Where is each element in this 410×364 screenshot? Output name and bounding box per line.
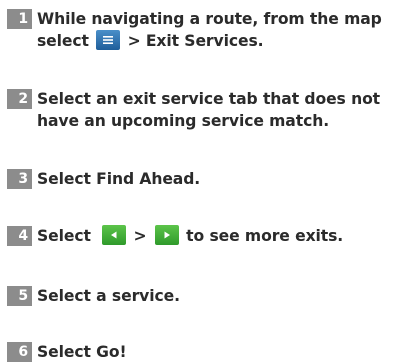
step-text: Select a service.	[37, 287, 180, 305]
step-2-line-2: have an upcoming service match.	[7, 110, 407, 132]
step-text: have an upcoming service match.	[37, 112, 330, 130]
step-text: Select Go!	[37, 343, 127, 361]
step-5: 5 Select a service.	[7, 285, 407, 307]
step-text: While navigating a route, from the map	[37, 10, 382, 28]
step-2-line-1: 2 Select an exit service tab that does n…	[7, 88, 407, 110]
step-6: 6 Select Go!	[7, 341, 407, 363]
step-number-badge: 5	[7, 286, 32, 306]
step-3-line-1: 3 Select Find Ahead.	[7, 168, 407, 190]
menu-icon	[96, 29, 121, 50]
step-1-line-2: select > Exit Services.	[7, 29, 407, 52]
step-number-badge: 1	[7, 9, 32, 29]
instruction-steps: 1 While navigating a route, from the map…	[7, 0, 407, 364]
step-text: Select an exit service tab that does not	[37, 90, 381, 108]
left-arrow-icon	[102, 224, 127, 245]
step-1: 1 While navigating a route, from the map…	[7, 8, 407, 52]
step-1-line-1: 1 While navigating a route, from the map	[7, 8, 407, 30]
step-text: >	[133, 227, 147, 245]
step-text: Select	[37, 227, 91, 245]
step-number-badge: 4	[7, 226, 32, 246]
step-text: select	[37, 32, 89, 50]
step-text: > Exit Services.	[127, 32, 264, 50]
step-4-line-1: 4 Select > to see more exits.	[7, 224, 407, 247]
step-number-badge: 2	[7, 89, 32, 109]
step-number-badge: 6	[7, 342, 32, 362]
step-text: Select Find Ahead.	[37, 170, 201, 188]
right-arrow-icon	[154, 224, 179, 245]
step-number-badge: 3	[7, 169, 32, 189]
step-4: 4 Select > to see more exits.	[7, 224, 407, 247]
step-6-line-1: 6 Select Go!	[7, 341, 407, 363]
step-2: 2 Select an exit service tab that does n…	[7, 88, 407, 132]
step-5-line-1: 5 Select a service.	[7, 285, 407, 307]
step-text: to see more exits.	[186, 227, 344, 245]
step-3: 3 Select Find Ahead.	[7, 168, 407, 190]
